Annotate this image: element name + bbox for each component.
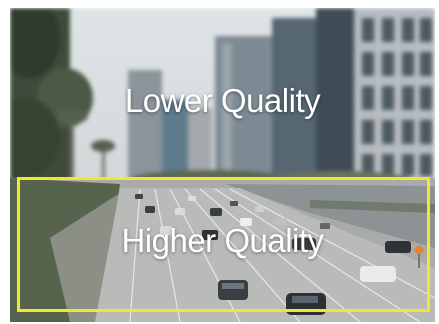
higher-quality-label: Higher Quality xyxy=(121,222,324,259)
lower-quality-label: Lower Quality xyxy=(124,82,321,119)
